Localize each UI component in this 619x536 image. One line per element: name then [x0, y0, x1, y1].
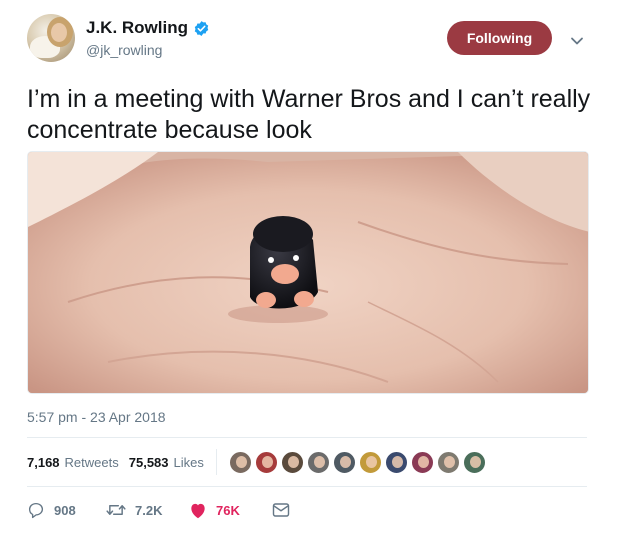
divider [27, 437, 587, 438]
likes-label: Likes [173, 454, 204, 470]
retweets-count: 7,168 [27, 454, 60, 470]
tweet-timestamp[interactable]: 5:57 pm - 23 Apr 2018 [27, 409, 166, 425]
author-name-row: J.K. Rowling [86, 18, 210, 38]
liker-avatar[interactable] [358, 450, 382, 474]
reply-count: 908 [54, 502, 76, 518]
liker-avatar[interactable] [228, 450, 252, 474]
stats-separator [215, 449, 217, 475]
retweet-count: 7.2K [135, 502, 163, 518]
liker-avatar[interactable] [410, 450, 434, 474]
liker-avatar[interactable] [280, 450, 304, 474]
retweet-icon [106, 505, 126, 515]
retweets-label: Retweets [64, 454, 119, 470]
liker-avatar[interactable] [254, 450, 278, 474]
retweet-button[interactable]: 7.2K [106, 501, 189, 519]
liker-avatars [228, 450, 486, 474]
tweet-photo[interactable] [27, 151, 589, 394]
avatar-face [51, 23, 67, 42]
divider [27, 486, 587, 487]
chevron-down-icon[interactable] [570, 33, 584, 45]
reply-icon [28, 502, 44, 519]
liker-avatar[interactable] [332, 450, 356, 474]
author-handle[interactable]: @jk_rowling [86, 42, 210, 58]
engagement-stats: 7,168 Retweets 75,583 Likes [27, 449, 486, 475]
profile-avatar[interactable] [27, 14, 75, 62]
tweet-text: I’m in a meeting with Warner Bros and I … [27, 85, 591, 144]
envelope-icon [272, 503, 290, 517]
likes-count: 75,583 [128, 454, 169, 470]
reply-button[interactable]: 908 [27, 501, 106, 519]
author-block: J.K. Rowling @jk_rowling [86, 18, 210, 58]
tweet-card: J.K. Rowling @jk_rowling Following I’m i… [0, 0, 619, 536]
like-button[interactable]: 76K [189, 502, 272, 519]
author-display-name[interactable]: J.K. Rowling [86, 18, 188, 38]
liker-avatar[interactable] [436, 450, 460, 474]
retweets-stat[interactable]: 7,168 Retweets [27, 455, 119, 470]
liker-avatar[interactable] [306, 450, 330, 474]
likes-stat[interactable]: 75,583 Likes [129, 455, 204, 470]
verified-badge-icon [193, 20, 210, 37]
tweet-actions: 908 7.2K 76K [27, 497, 290, 523]
liker-avatar[interactable] [462, 450, 486, 474]
heart-icon [191, 503, 205, 518]
liker-avatar[interactable] [384, 450, 408, 474]
like-count: 76K [216, 502, 240, 518]
direct-message-button[interactable] [272, 502, 290, 518]
following-button[interactable]: Following [447, 21, 552, 55]
